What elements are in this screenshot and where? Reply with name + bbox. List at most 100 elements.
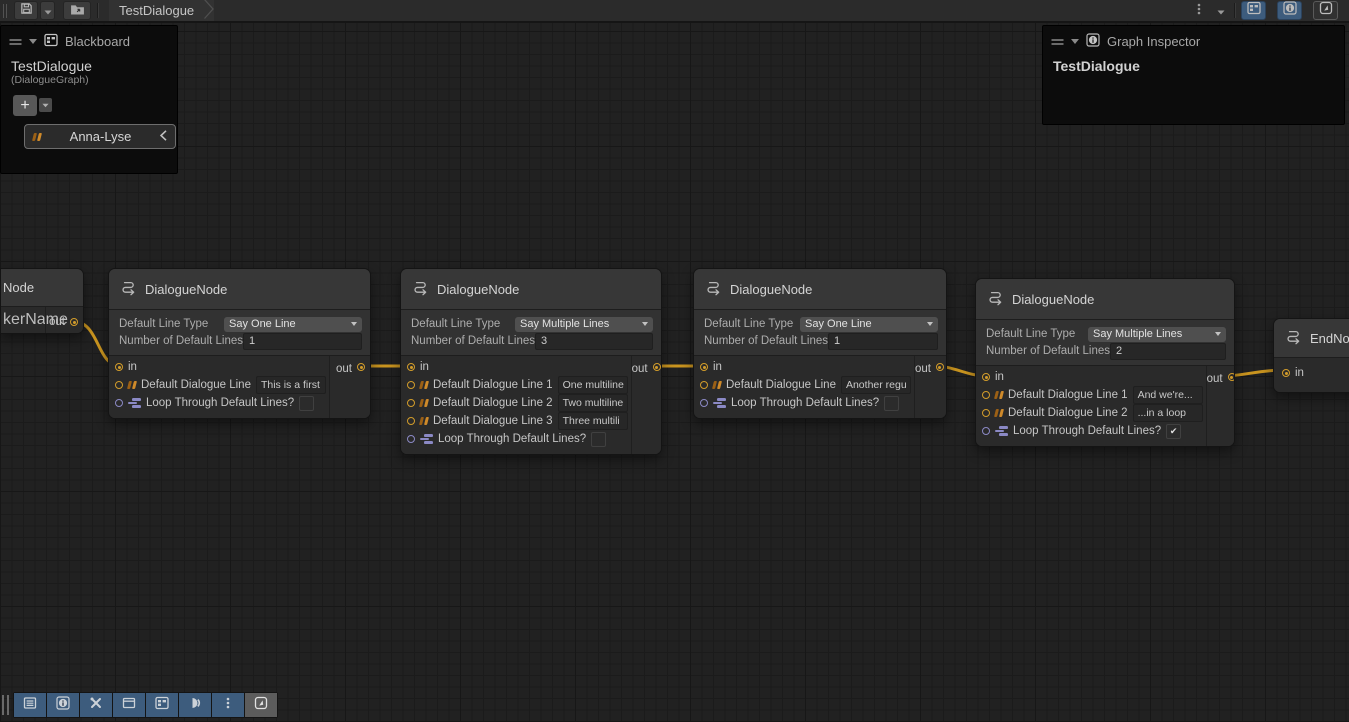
out-port[interactable]	[936, 363, 944, 371]
node-title[interactable]: DialogueNode	[401, 269, 661, 310]
line-type-dropdown[interactable]: Say Multiple Lines	[1088, 327, 1226, 342]
inspector-title: Graph Inspector	[1107, 34, 1200, 49]
open-asset-button[interactable]	[63, 1, 91, 20]
property-row: Default Line TypeSay Multiple Lines	[986, 326, 1226, 342]
loop-label: Loop Through Default Lines?	[146, 397, 294, 409]
inspector-button[interactable]	[47, 693, 79, 717]
out-port[interactable]	[70, 318, 78, 326]
number-of-lines-field[interactable]: 1	[243, 333, 362, 350]
panel-drag-handle[interactable]	[1051, 34, 1064, 49]
dialogue-line-field[interactable]: Another regu	[841, 376, 911, 394]
toolbar-drag-handle[interactable]	[2, 695, 9, 715]
panel-drag-handle[interactable]	[9, 34, 22, 49]
blackboard-toggle-button[interactable]	[1241, 1, 1266, 20]
out-port[interactable]	[357, 363, 365, 371]
output-ports-column: out	[45, 307, 83, 333]
property-label: Default Line Type	[986, 328, 1088, 340]
line-port-row: Default Dialogue Line 1One multiline	[401, 376, 631, 394]
dialogue-line-port[interactable]	[407, 417, 415, 425]
tab-label: TestDialogue	[119, 3, 194, 18]
node-title[interactable]: Node	[1, 269, 83, 307]
dialogue-node-4[interactable]: DialogueNodeDefault Line TypeSay Multipl…	[975, 278, 1235, 447]
dialogue-node-icon	[121, 279, 137, 299]
dialogue-node-3[interactable]: DialogueNodeDefault Line TypeSay One Lin…	[693, 268, 947, 419]
dialogue-line-field[interactable]: ...in a loop	[1133, 404, 1203, 422]
input-ports-column: inDefault Dialogue LineThis is a firstLo…	[109, 356, 329, 418]
loop-port[interactable]	[407, 435, 415, 443]
window-button[interactable]	[113, 693, 145, 717]
dialogue-line-field[interactable]: This is a first	[256, 376, 326, 394]
blackboard-button[interactable]	[146, 693, 178, 717]
tools-icon	[89, 696, 103, 715]
more-options-button[interactable]	[1187, 1, 1211, 20]
node-preview-button[interactable]	[179, 693, 211, 717]
tools-button[interactable]	[80, 693, 112, 717]
chevron-down-icon	[351, 322, 357, 326]
toolbar-drag-handle[interactable]	[3, 4, 9, 18]
start-node-partial[interactable]: NodekerNameout	[0, 268, 84, 334]
save-button[interactable]	[14, 1, 38, 20]
capture-toggle-button[interactable]	[1313, 1, 1338, 20]
tab-chevron-icon	[204, 0, 214, 22]
in-port[interactable]	[982, 373, 990, 381]
add-variable-dropdown[interactable]	[39, 98, 52, 112]
more-options-dropdown[interactable]	[1213, 1, 1228, 20]
loop-label: Loop Through Default Lines?	[438, 433, 586, 445]
dialogue-line-field[interactable]: One multiline	[558, 376, 628, 394]
loop-checkbox[interactable]	[299, 396, 314, 411]
dialogue-line-port[interactable]	[700, 381, 708, 389]
node-properties: Default Line TypeSay Multiple LinesNumbe…	[976, 320, 1234, 366]
save-options-dropdown[interactable]	[40, 1, 55, 20]
in-port[interactable]	[115, 363, 123, 371]
inspector-toggle-button[interactable]	[1277, 1, 1302, 20]
in-port-row: in	[1274, 360, 1349, 386]
dialogue-line-port[interactable]	[982, 409, 990, 417]
line-type-dropdown[interactable]: Say Multiple Lines	[515, 317, 653, 332]
quote-icon	[128, 381, 136, 389]
dialogue-line-field[interactable]: Two multiline	[558, 394, 628, 412]
collapse-arrow-icon[interactable]	[1071, 39, 1079, 44]
number-of-lines-field[interactable]: 2	[1110, 343, 1226, 360]
collapse-left-icon[interactable]	[160, 128, 167, 146]
number-of-lines-field[interactable]: 3	[535, 333, 653, 350]
console-button[interactable]	[14, 693, 46, 717]
dialogue-node-2[interactable]: DialogueNodeDefault Line TypeSay Multipl…	[400, 268, 662, 455]
kebab-icon	[1197, 2, 1201, 20]
node-title[interactable]: DialogueNode	[694, 269, 946, 310]
quote-icon	[995, 409, 1003, 417]
variable-row-anna-lyse[interactable]: Anna-Lyse	[24, 124, 176, 149]
out-port[interactable]	[653, 363, 661, 371]
line-type-dropdown[interactable]: Say One Line	[800, 317, 938, 332]
more-options-button[interactable]	[212, 693, 244, 717]
number-of-lines-field[interactable]: 1	[828, 333, 938, 350]
tab-testdialogue[interactable]: TestDialogue	[109, 0, 214, 21]
dialogue-line-port[interactable]	[407, 381, 415, 389]
collapse-arrow-icon[interactable]	[29, 39, 37, 44]
dialogue-line-port[interactable]	[407, 399, 415, 407]
dialogue-line-label: Default Dialogue Line	[726, 379, 836, 391]
loop-port[interactable]	[115, 399, 123, 407]
in-port[interactable]	[700, 363, 708, 371]
add-variable-button[interactable]: +	[13, 95, 37, 116]
dialogue-line-field[interactable]: And we're...	[1133, 386, 1203, 404]
node-title[interactable]: EndNode	[1274, 319, 1349, 358]
loop-checkbox[interactable]	[884, 396, 899, 411]
in-port[interactable]	[1282, 369, 1290, 377]
node-title[interactable]: DialogueNode	[976, 279, 1234, 320]
dialogue-line-field[interactable]: Three multili	[558, 412, 628, 430]
dialogue-node-1[interactable]: DialogueNodeDefault Line TypeSay One Lin…	[108, 268, 371, 419]
in-port-row: in	[694, 358, 914, 376]
in-port[interactable]	[407, 363, 415, 371]
dialogue-line-port[interactable]	[115, 381, 123, 389]
out-port[interactable]	[1228, 373, 1235, 381]
node-title[interactable]: DialogueNode	[109, 269, 370, 310]
line-type-dropdown[interactable]: Say One Line	[224, 317, 362, 332]
end-node[interactable]: EndNodein	[1273, 318, 1349, 393]
capture-button[interactable]	[245, 693, 277, 717]
dialogue-line-port[interactable]	[982, 391, 990, 399]
loop-checkbox[interactable]: ✔	[1166, 424, 1181, 439]
loop-port[interactable]	[982, 427, 990, 435]
property-row: Number of Default Lines2	[986, 343, 1226, 359]
loop-port[interactable]	[700, 399, 708, 407]
loop-checkbox[interactable]	[591, 432, 606, 447]
